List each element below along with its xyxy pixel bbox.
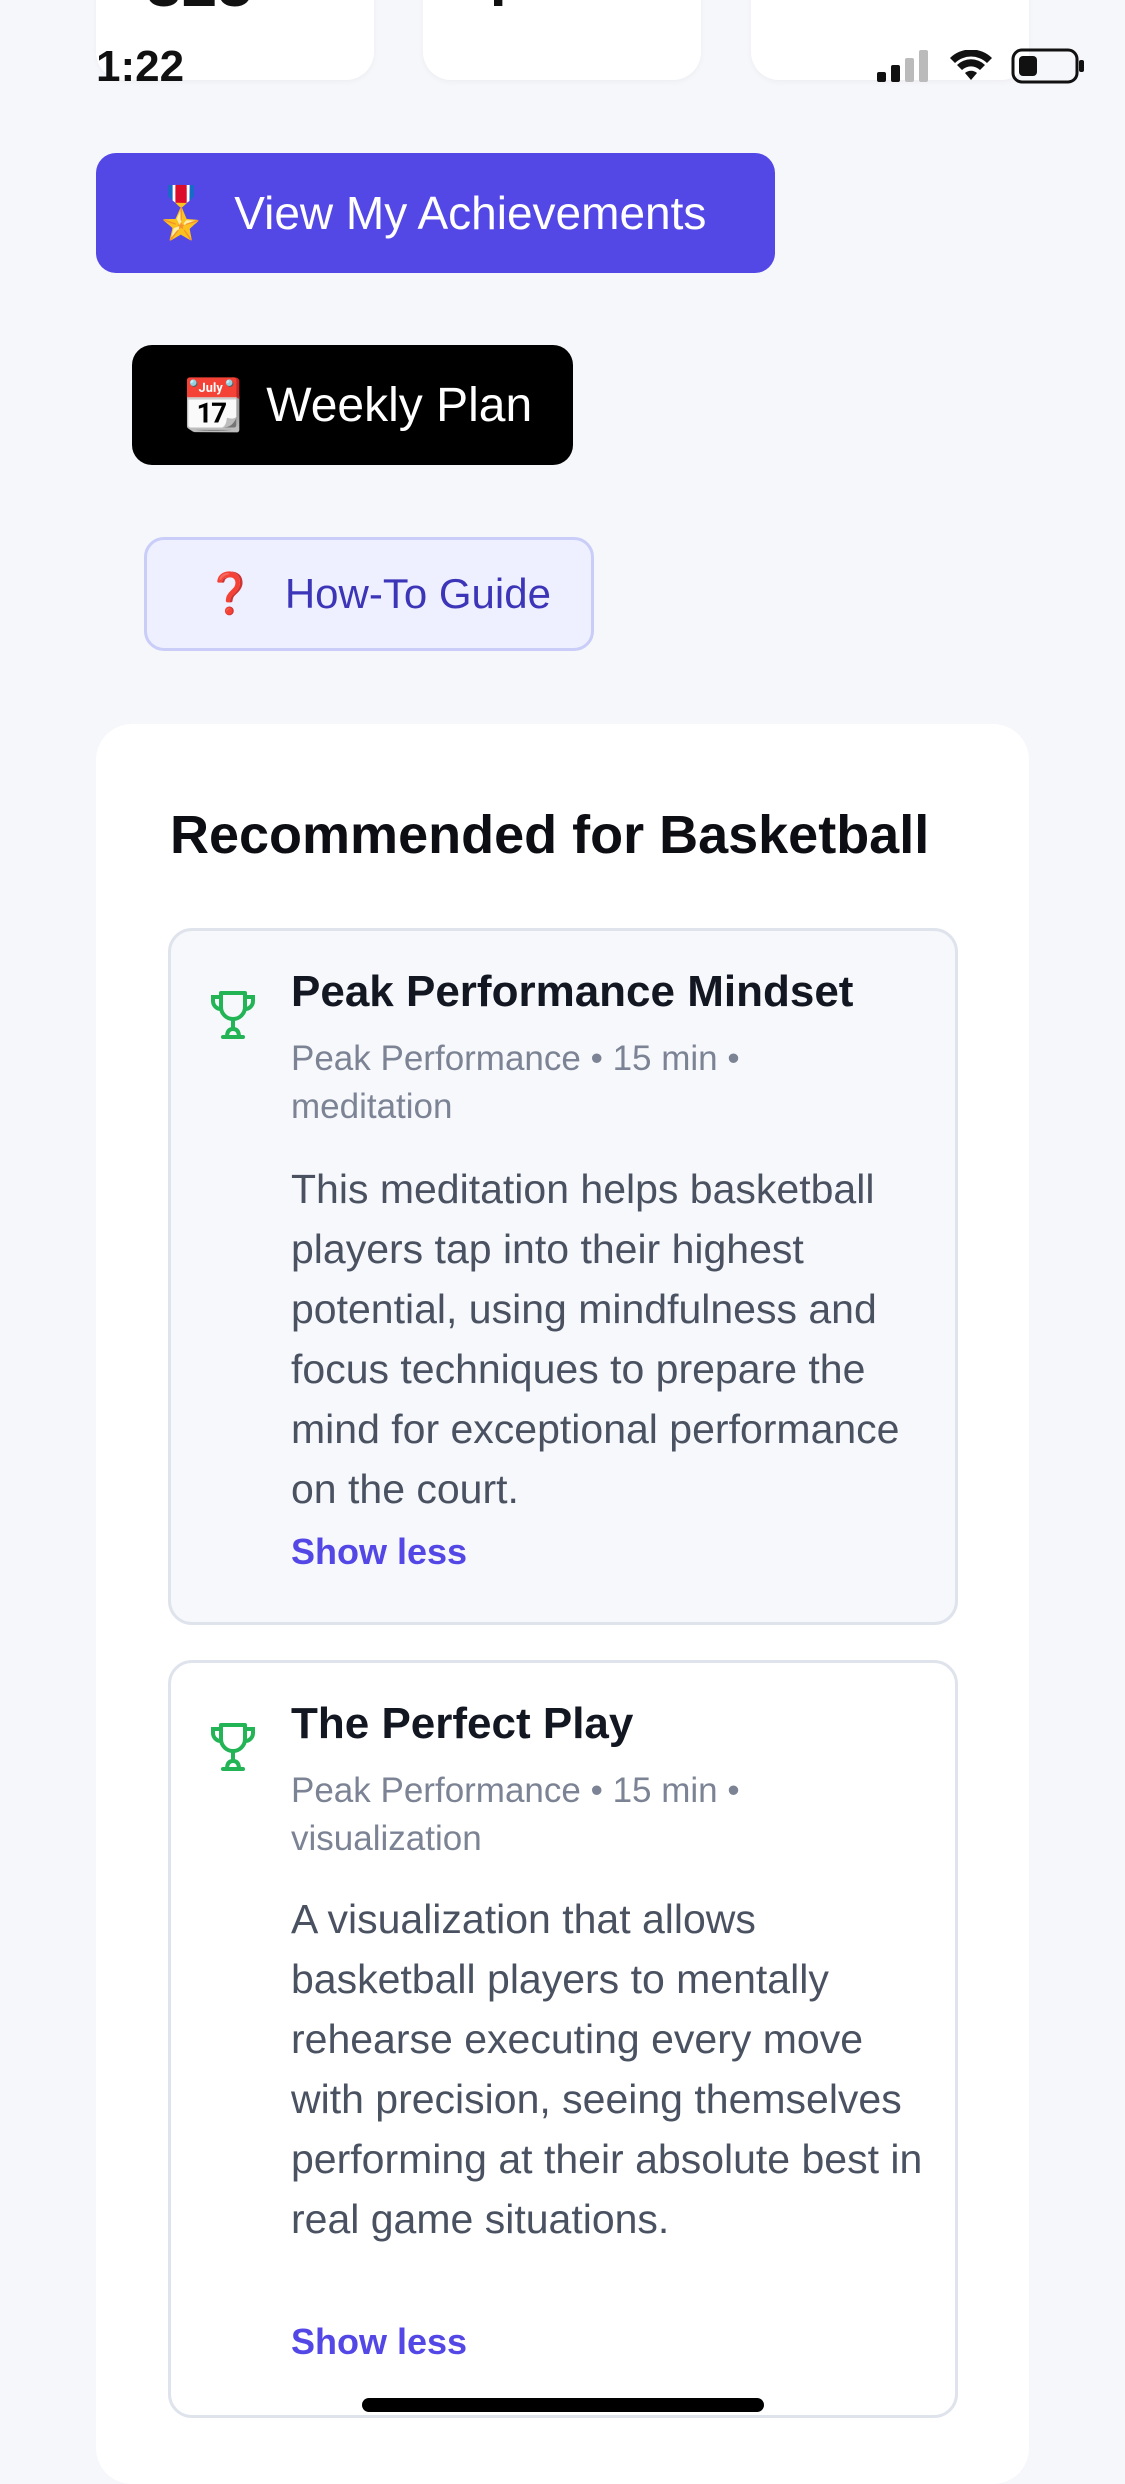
trophy-icon	[211, 1723, 255, 1771]
view-achievements-button[interactable]: 🎖️ View My Achievements	[96, 153, 775, 273]
show-less-button[interactable]: Show less	[291, 2321, 467, 2363]
recommended-title: Recommended for Basketball	[170, 805, 930, 865]
wifi-icon	[950, 50, 992, 80]
calendar-icon: 📆	[182, 377, 245, 433]
weekly-plan-label: Weekly Plan	[266, 378, 533, 432]
medal-icon: 🎖️	[150, 185, 213, 241]
trophy-icon	[211, 991, 255, 1039]
recommendation-title: The Perfect Play	[291, 1699, 634, 1748]
show-less-button[interactable]: Show less	[291, 1531, 467, 1573]
recommendation-title: Peak Performance Mindset	[291, 967, 854, 1016]
status-bar: 1:22	[0, 0, 1125, 120]
recommended-panel: Recommended for Basketball Peak Performa…	[96, 724, 1029, 2484]
how-to-guide-button[interactable]: ❓ How-To Guide	[144, 537, 594, 651]
recommendation-meta: Peak Performance • 15 min • visualizatio…	[291, 1771, 740, 1858]
recommendation-description: This meditation helps basketball players…	[291, 1166, 900, 1512]
home-indicator	[362, 2398, 764, 2412]
status-icons	[877, 48, 1085, 84]
cellular-signal-icon	[877, 50, 928, 82]
recommendation-meta: Peak Performance • 15 min • meditation	[291, 1039, 740, 1126]
view-achievements-label: View My Achievements	[234, 187, 707, 239]
recommendation-card[interactable]: The Perfect Play Peak Performance • 15 m…	[168, 1660, 958, 2418]
recommendation-card[interactable]: Peak Performance Mindset Peak Performanc…	[168, 928, 958, 1625]
weekly-plan-button[interactable]: 📆 Weekly Plan	[132, 345, 573, 465]
status-time: 1:22	[96, 42, 185, 91]
question-mark-icon: ❓	[205, 572, 255, 616]
how-to-guide-label: How-To Guide	[284, 570, 551, 617]
recommendation-description: A visualization that allows basketball p…	[291, 1896, 923, 2242]
battery-icon	[1011, 48, 1084, 84]
